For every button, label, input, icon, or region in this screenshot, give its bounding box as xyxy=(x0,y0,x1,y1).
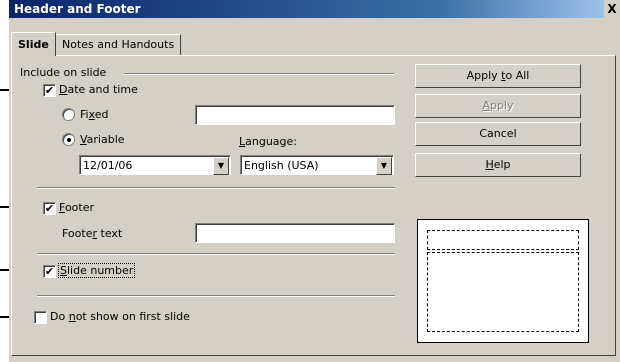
separator-date-footer xyxy=(37,187,395,189)
variable-label: Variable xyxy=(80,133,125,146)
fixed-label: Fixed xyxy=(80,108,109,121)
footer-text-label: Footer text xyxy=(62,227,123,240)
close-icon[interactable]: X xyxy=(604,0,620,18)
dropdown-arrow-icon[interactable]: ▼ xyxy=(213,157,229,175)
checkmark-icon: ✔ xyxy=(44,265,55,278)
preview-body-placeholder xyxy=(427,252,579,332)
slide-number-label: Slide number xyxy=(58,263,136,278)
slide-number-checkbox[interactable]: ✔ xyxy=(43,265,56,278)
variable-radio[interactable] xyxy=(62,133,75,146)
cancel-button[interactable]: Cancel xyxy=(415,122,581,146)
date-time-label: Date and time xyxy=(59,83,138,96)
date-format-dropdown[interactable]: 12/01/06 ▼ xyxy=(79,155,231,175)
fixed-radio[interactable] xyxy=(62,108,75,121)
tab-notes-and-handouts[interactable]: Notes and Handouts xyxy=(55,34,182,55)
checkmark-icon: ✔ xyxy=(44,202,55,215)
separator-number-first xyxy=(37,295,395,297)
fixed-date-input[interactable] xyxy=(195,105,395,125)
apply-to-all-button[interactable]: Apply to All xyxy=(415,64,581,88)
preview-title-placeholder xyxy=(427,230,579,250)
first-slide-label: Do not show on first slide xyxy=(50,310,190,323)
footer-label: Footer xyxy=(59,201,95,214)
footer-text-input[interactable] xyxy=(195,223,395,243)
separator-footer-number xyxy=(37,253,395,255)
language-dropdown[interactable]: English (USA) ▼ xyxy=(240,155,394,175)
footer-checkbox[interactable]: ✔ xyxy=(43,202,56,215)
group-label: Include on slide xyxy=(20,66,107,79)
group-separator xyxy=(124,73,394,75)
language-label: Language: xyxy=(239,135,298,148)
header-footer-dialog: Header and Footer X Slide Notes and Hand… xyxy=(9,0,620,362)
title-bar: Header and Footer X xyxy=(9,0,620,18)
help-button[interactable]: Help xyxy=(415,153,581,177)
checkmark-icon: ✔ xyxy=(44,84,55,97)
tab-slide[interactable]: Slide xyxy=(11,32,56,56)
window-title: Header and Footer xyxy=(14,2,141,16)
date-time-checkbox[interactable]: ✔ xyxy=(43,84,56,97)
apply-button[interactable]: Apply xyxy=(415,94,581,118)
first-slide-checkbox[interactable] xyxy=(34,311,47,324)
dropdown-arrow-icon[interactable]: ▼ xyxy=(376,157,392,175)
slide-preview xyxy=(417,219,589,343)
